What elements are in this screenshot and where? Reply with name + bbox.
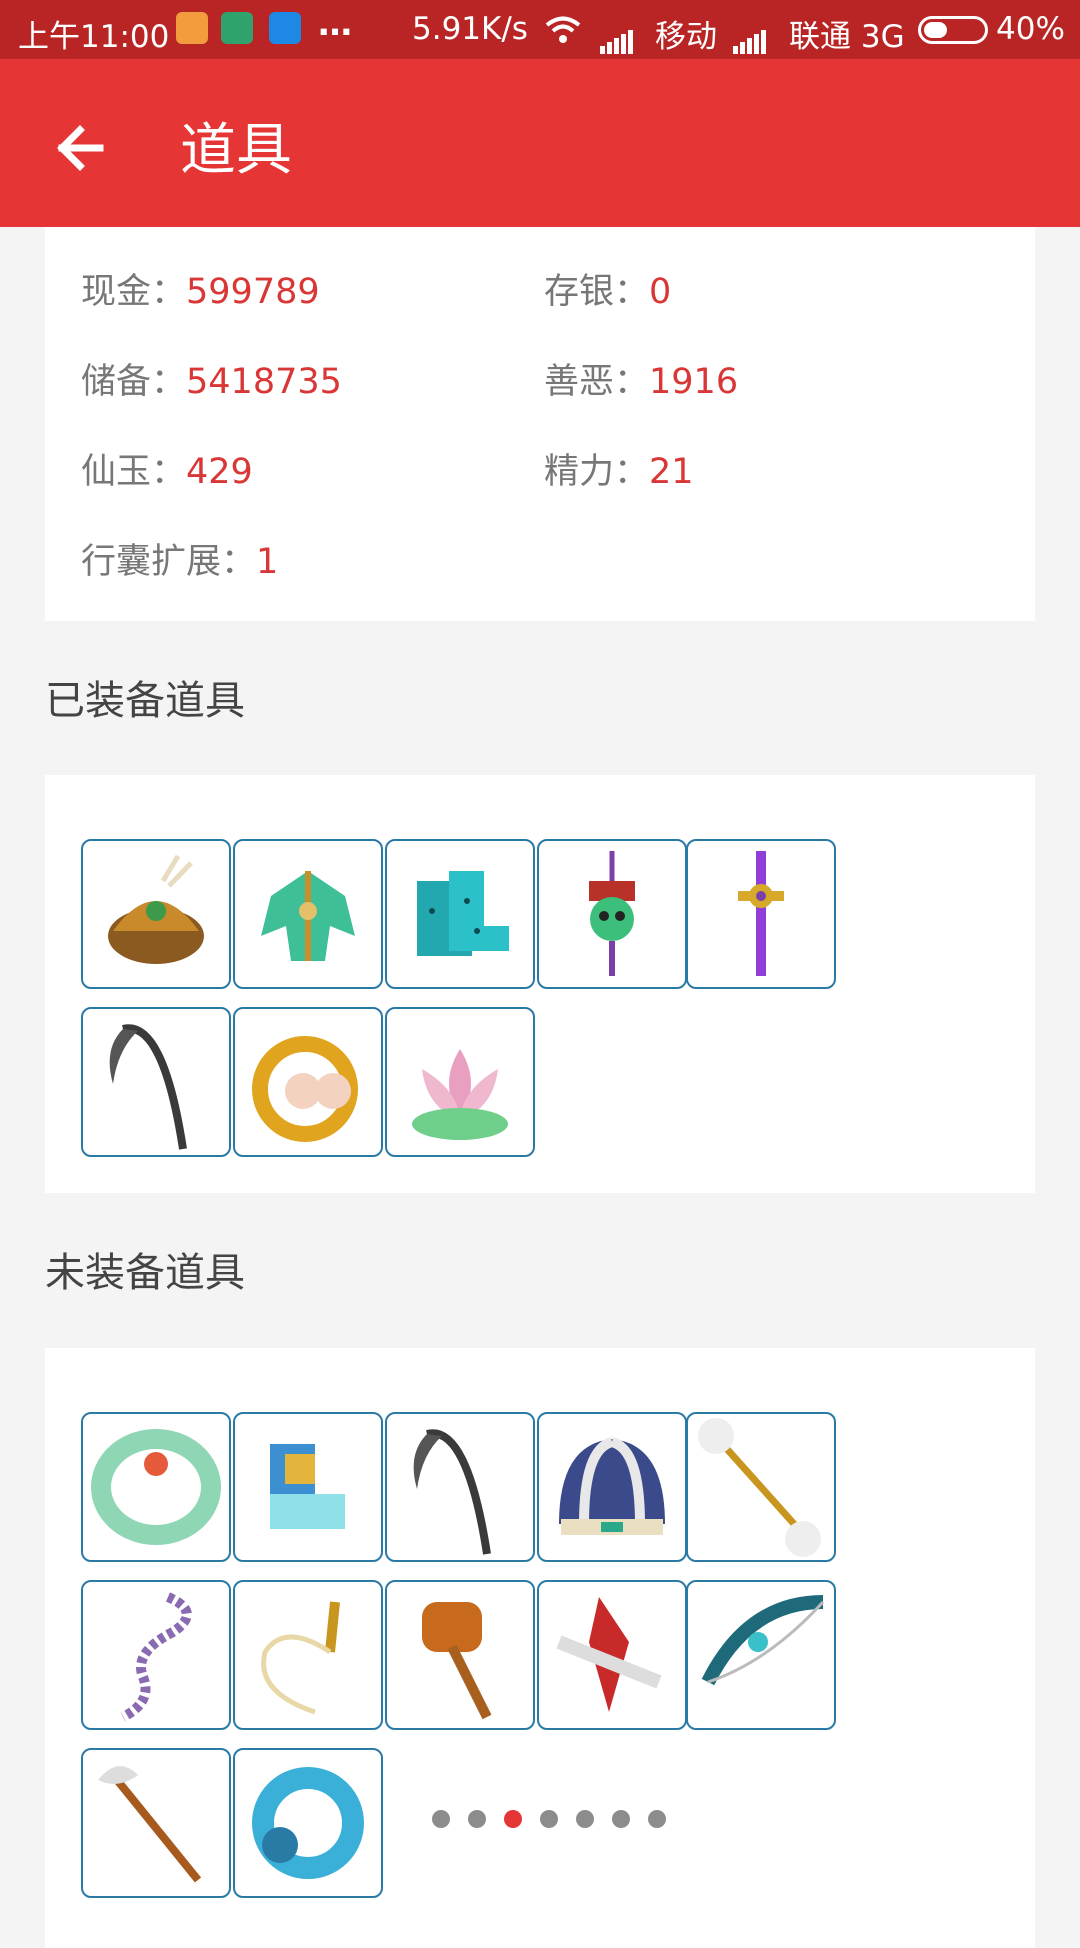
app-bar: 道具 [0,59,1080,227]
equipped-item[interactable] [81,839,231,989]
stat-karma: 善恶：1916 [544,353,738,404]
signal-icon [600,18,635,54]
stat-label: 存银： [544,272,650,312]
stat-label: 仙玉： [81,452,187,492]
bow-icon [701,1595,825,1686]
mi-notification-icon [176,12,208,44]
skull-pendant-icon [589,851,635,976]
stat-value: 429 [186,452,253,492]
stat-value: 599789 [186,272,320,312]
unequipped-item[interactable] [385,1412,535,1562]
stat-label: 储备： [81,362,187,402]
dragon-ring-icon [252,1767,364,1879]
chain-whip-icon [120,1592,192,1722]
page-dot[interactable] [468,1810,486,1828]
earring-icon [252,1036,358,1142]
stat-value: 21 [649,452,694,492]
stat-bag-expand: 行囊扩展：1 [81,533,278,584]
page-dot[interactable] [576,1810,594,1828]
unequipped-item[interactable] [537,1580,687,1730]
stat-label: 善恶： [544,362,650,402]
stat-deposit: 存银：0 [544,263,671,314]
battery-icon [918,16,988,44]
equipped-item[interactable] [686,839,836,989]
claw-blade-icon [556,1597,662,1712]
unequipped-item[interactable] [81,1580,231,1730]
double-axe-staff-icon [698,1418,821,1557]
arrow-left-icon[interactable] [48,113,118,183]
page-dot[interactable] [612,1810,630,1828]
unequipped-item[interactable] [537,1412,687,1562]
equipped-item[interactable] [537,839,687,989]
shield-icon [221,12,253,44]
stat-label: 精力： [544,452,650,492]
equipped-item[interactable] [385,839,535,989]
equipped-item[interactable] [233,1007,383,1157]
equipped-items-card [45,775,1035,1193]
unequipped-item[interactable] [233,1412,383,1562]
more-notifications-icon: … [318,4,354,44]
stat-label: 现金： [81,272,187,312]
bracelet-icon [91,1429,221,1545]
unequipped-section-title: 未装备道具 [45,1250,245,1296]
network-speed: 5.91K/s [412,11,528,47]
page-dot[interactable] [540,1810,558,1828]
stat-value: 0 [649,272,672,312]
security-shield-icon [269,12,301,44]
unequipped-item[interactable] [686,1412,836,1562]
unequipped-items-card [45,1348,1035,1948]
unequipped-item[interactable] [81,1748,231,1898]
unequipped-item[interactable] [233,1580,383,1730]
hat-icon [559,1437,665,1535]
stat-value: 1 [256,542,279,582]
equipped-item[interactable] [233,839,383,989]
lotus-icon [412,1049,508,1140]
equipped-item[interactable] [385,1007,535,1157]
unequipped-item[interactable] [385,1580,535,1730]
wifi-icon [545,16,581,43]
carrier-1: 移动 [655,19,717,55]
stats-card: 现金：599789 存银：0 储备：5418735 善恶：1916 仙玉：429… [45,227,1035,621]
stat-energy: 精力：21 [544,443,694,494]
equipped-section-title: 已装备道具 [45,678,245,724]
stat-cash: 现金：599789 [81,263,320,314]
page-dot[interactable] [504,1810,522,1828]
carrier-2: 联通 3G [789,19,905,55]
stat-reserve: 储备：5418735 [81,353,342,404]
stat-value: 1916 [649,362,739,402]
unequipped-item[interactable] [81,1412,231,1562]
cloud-boots-icon [270,1444,345,1529]
page-dot[interactable] [432,1810,450,1828]
equipped-item[interactable] [81,1007,231,1157]
hammer-icon [422,1602,492,1720]
unequipped-item[interactable] [686,1580,836,1730]
whip-icon [261,1601,340,1715]
axe-icon [98,1766,202,1883]
stat-value: 5418735 [186,362,342,402]
status-time: 上午11:00 [18,19,170,55]
sword-pendant-icon [738,851,784,976]
boots-icon [417,871,509,956]
signal-icon-2 [733,18,768,54]
stat-label: 行囊扩展： [81,542,257,582]
unequipped-item[interactable] [233,1748,383,1898]
page-title: 道具 [180,118,292,183]
scythe-icon [109,1024,187,1150]
battery-percent: 40% [996,11,1065,47]
scythe-icon [413,1429,491,1555]
page-dot[interactable] [648,1810,666,1828]
status-bar: 上午11:00 … 5.91K/s 移动 联通 3G 40% [0,0,1080,59]
stat-jade: 仙玉：429 [81,443,253,494]
helmet-icon [108,854,204,964]
armor-icon [261,871,355,961]
